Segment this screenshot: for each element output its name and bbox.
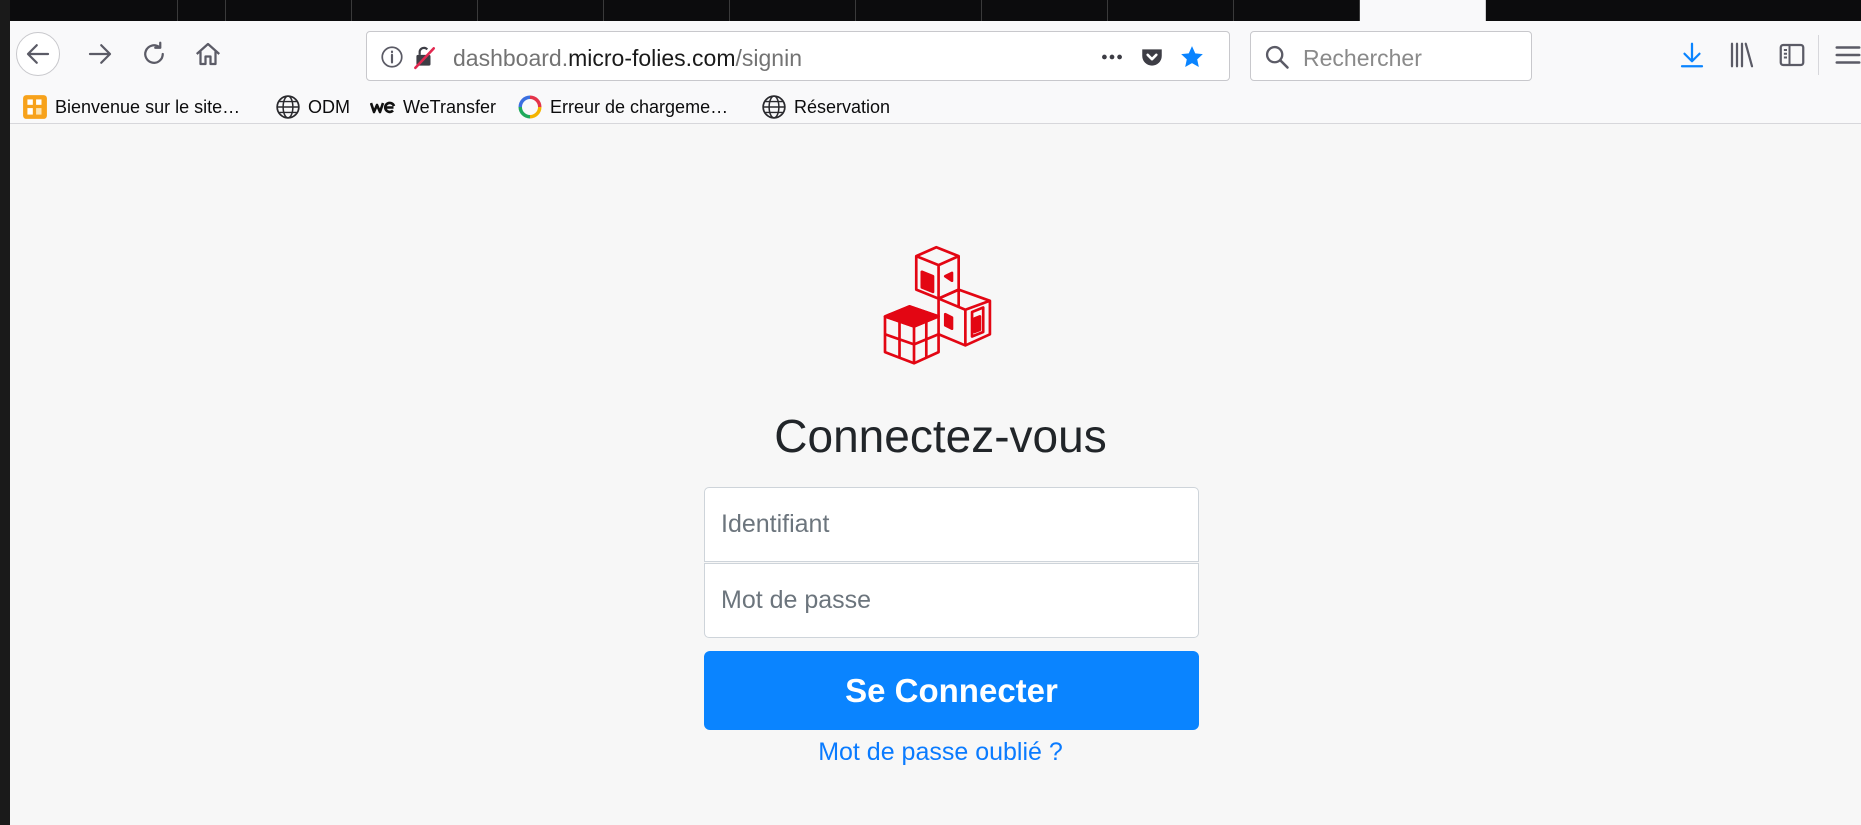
more-actions-icon[interactable] (1097, 42, 1127, 72)
menu-button[interactable] (1828, 35, 1861, 75)
tab[interactable] (982, 0, 1108, 21)
forgot-password-label[interactable]: Mot de passe oublié ? (818, 738, 1063, 766)
hamburger-menu-icon (1835, 46, 1861, 64)
arrow-right-icon (88, 44, 112, 64)
micro-folie-cubes-logo (883, 245, 992, 365)
back-button[interactable] (16, 32, 60, 76)
bookmark-label: Bienvenue sur le site… (55, 96, 241, 117)
search-icon (1265, 45, 1289, 69)
globe-icon (275, 94, 301, 120)
toolbar-separator (1818, 35, 1819, 75)
reload-button[interactable] (132, 32, 176, 76)
tab[interactable] (178, 0, 226, 21)
arrow-left-icon (26, 44, 50, 64)
bookmark-item[interactable]: Réservation (761, 94, 890, 120)
sidebar-button[interactable] (1772, 35, 1812, 75)
info-icon[interactable] (377, 42, 407, 72)
tab[interactable] (352, 0, 478, 21)
tab[interactable] (226, 0, 352, 21)
tab[interactable] (856, 0, 982, 21)
username-placeholder: Identifiant (721, 510, 830, 538)
library-icon (1730, 42, 1754, 68)
url-path: /signin (735, 45, 802, 71)
tab[interactable] (1486, 0, 1612, 21)
url-text[interactable]: dashboard.micro-folies.com/signin (453, 45, 802, 72)
forward-button[interactable] (78, 32, 122, 76)
insecure-lock-icon[interactable] (409, 42, 439, 72)
forgot-password-link[interactable]: Mot de passe oublié ? (10, 738, 1861, 767)
username-field[interactable]: Identifiant (704, 487, 1199, 562)
pocket-icon[interactable] (1137, 42, 1167, 72)
search-placeholder: Rechercher (1303, 45, 1422, 71)
download-arrow-icon (1680, 42, 1704, 68)
tab[interactable] (604, 0, 730, 21)
sidebar-icon (1779, 43, 1805, 67)
tab[interactable] (478, 0, 604, 21)
home-button[interactable] (186, 32, 230, 76)
tab-active[interactable] (1360, 0, 1486, 21)
bookmark-star-icon[interactable] (1177, 42, 1207, 72)
downloads-button[interactable] (1672, 35, 1712, 75)
site-favicon-icon (22, 94, 48, 120)
browser-window: dashboard.micro-folies.com/signin Recher… (0, 0, 1861, 825)
bookmark-label: Réservation (794, 96, 891, 117)
page-content: Connectez-vous Identifiant Mot de passe … (10, 125, 1861, 825)
tab[interactable] (730, 0, 856, 21)
tab[interactable] (1108, 0, 1234, 21)
bookmark-item[interactable]: ODM (275, 94, 350, 120)
bookmarks-bar: Bienvenue sur le site… ODM WeTransfer Er… (10, 90, 1861, 124)
url-subdomain: dashboard. (453, 45, 569, 71)
sign-in-button[interactable]: Se Connecter (704, 651, 1199, 730)
loading-ring-icon (517, 94, 543, 120)
tab[interactable] (10, 0, 178, 21)
navigation-toolbar: dashboard.micro-folies.com/signin Recher… (10, 21, 1861, 90)
bookmark-label: Erreur de chargeme… (550, 96, 729, 117)
bookmark-label: ODM (308, 96, 350, 117)
home-icon (196, 42, 220, 66)
search-bar[interactable]: Rechercher (1250, 31, 1532, 81)
bookmark-label: WeTransfer (403, 96, 497, 117)
password-field[interactable]: Mot de passe (704, 563, 1199, 638)
wetransfer-icon (370, 94, 396, 120)
library-button[interactable] (1722, 35, 1762, 75)
bookmark-item[interactable]: Bienvenue sur le site… (22, 94, 240, 120)
url-bar[interactable]: dashboard.micro-folies.com/signin (366, 31, 1230, 81)
bookmark-item[interactable]: Erreur de chargeme… (517, 94, 728, 120)
globe-icon (761, 94, 787, 120)
bookmark-item[interactable]: WeTransfer (370, 94, 496, 120)
reload-icon (144, 41, 164, 64)
page-title: Connectez-vous (774, 410, 1107, 462)
tab[interactable] (1234, 0, 1360, 21)
url-host: micro-folies.com (568, 45, 736, 71)
password-placeholder: Mot de passe (721, 586, 872, 614)
tab-strip (10, 0, 1861, 21)
